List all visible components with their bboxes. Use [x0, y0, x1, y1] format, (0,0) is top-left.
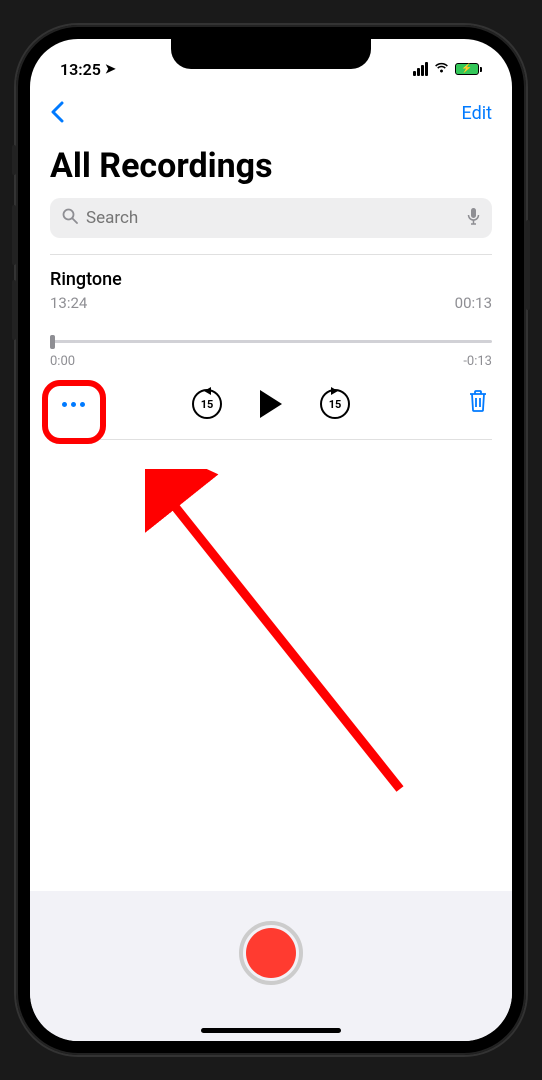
location-icon: ➤	[105, 62, 116, 77]
annotation-arrow	[145, 469, 425, 813]
battery-icon: ⚡	[455, 63, 482, 75]
more-options-button[interactable]	[50, 402, 96, 407]
divider	[50, 439, 492, 440]
record-section	[30, 891, 512, 1041]
record-button[interactable]	[239, 921, 303, 985]
search-icon	[62, 208, 78, 229]
annotation-highlight	[42, 380, 106, 444]
status-time: 13:25	[60, 60, 101, 79]
page-title: All Recordings	[30, 140, 512, 198]
remaining-time: -0:13	[463, 354, 492, 369]
delete-button[interactable]	[468, 389, 492, 419]
edit-button[interactable]: Edit	[462, 103, 492, 124]
skip-back-label: 15	[201, 398, 214, 411]
back-button[interactable]	[50, 97, 64, 130]
search-bar[interactable]	[50, 198, 492, 238]
recording-time: 13:24	[50, 294, 87, 312]
play-button[interactable]	[260, 390, 282, 418]
ellipsis-icon	[62, 402, 85, 407]
search-input[interactable]	[86, 208, 459, 228]
nav-bar: Edit	[30, 87, 512, 140]
skip-forward-button[interactable]: 15	[320, 389, 350, 419]
wifi-icon	[433, 60, 450, 78]
elapsed-time: 0:00	[50, 354, 75, 369]
mic-icon[interactable]	[467, 207, 480, 229]
home-indicator[interactable]	[201, 1028, 341, 1033]
skip-forward-label: 15	[329, 398, 342, 411]
skip-back-button[interactable]: 15	[192, 389, 222, 419]
playback-scrubber[interactable]	[50, 332, 492, 352]
trash-icon	[468, 389, 488, 413]
recording-name: Ringtone	[50, 269, 492, 290]
recording-duration: 00:13	[455, 294, 492, 312]
record-icon	[246, 928, 296, 978]
recording-item[interactable]: Ringtone 13:24 00:13 0:00 -0:13	[30, 255, 512, 439]
signal-icon	[413, 62, 428, 76]
